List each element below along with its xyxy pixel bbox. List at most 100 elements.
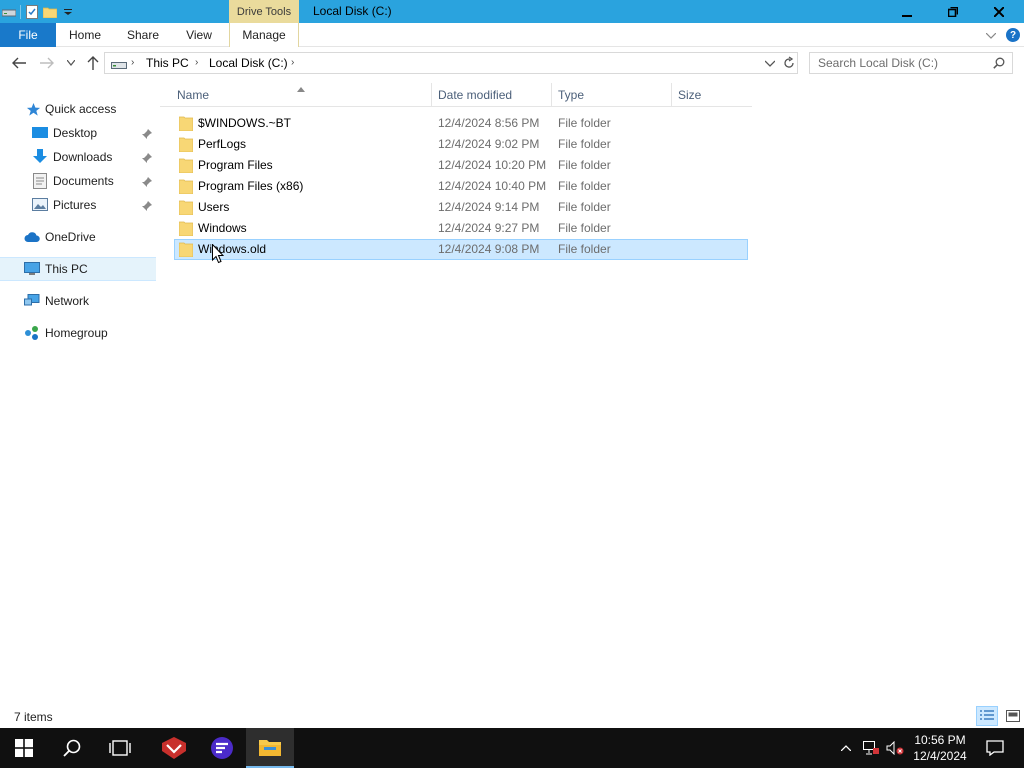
recent-locations-icon[interactable]	[62, 54, 80, 72]
file-explorer-icon	[259, 740, 281, 756]
nav-item-label: Desktop	[53, 126, 98, 140]
close-button[interactable]	[976, 0, 1022, 23]
nav-item-pictures[interactable]: Pictures	[0, 193, 156, 217]
drive-icon[interactable]	[2, 5, 16, 19]
drive-icon	[111, 58, 127, 72]
nav-item-quick-access[interactable]: Quick access	[0, 97, 156, 121]
taskbar-file-explorer[interactable]	[246, 728, 294, 768]
system-clock[interactable]: 10:56 PM 12/4/2024	[908, 732, 972, 764]
start-button[interactable]	[0, 728, 48, 768]
details-view-icon[interactable]	[976, 706, 998, 726]
taskbar-app-purple[interactable]	[198, 728, 246, 768]
folder-icon	[178, 158, 194, 176]
app-shield-icon	[162, 737, 186, 759]
table-row[interactable]: Program Files 12/4/2024 10:20 PM File fo…	[174, 155, 748, 176]
file-type: File folder	[558, 158, 611, 172]
network-icon	[24, 293, 40, 309]
expand-ribbon-icon[interactable]	[985, 28, 997, 42]
file-date: 12/4/2024 10:40 PM	[438, 179, 547, 193]
tab-manage[interactable]: Manage	[229, 23, 299, 47]
tab-home[interactable]: Home	[58, 23, 112, 47]
search-button[interactable]	[48, 728, 96, 768]
restore-button[interactable]	[930, 0, 976, 23]
minimize-button[interactable]	[884, 0, 930, 23]
search-icon[interactable]	[993, 57, 1005, 72]
file-name: Users	[198, 200, 230, 214]
forward-icon[interactable]	[38, 54, 56, 72]
refresh-icon[interactable]	[783, 56, 795, 73]
back-icon[interactable]	[10, 54, 28, 72]
nav-item-onedrive[interactable]: OneDrive	[0, 225, 156, 249]
search-box[interactable]	[809, 52, 1013, 74]
folder-icon	[178, 200, 194, 218]
tab-file[interactable]: File	[0, 23, 56, 47]
pictures-icon	[32, 197, 48, 213]
search-input[interactable]	[818, 55, 986, 71]
column-header-size[interactable]: Size	[672, 83, 752, 107]
customize-toolbar-icon[interactable]	[61, 5, 75, 19]
desktop-icon	[32, 125, 48, 141]
table-row[interactable]: Users 12/4/2024 9:14 PM File folder	[174, 197, 748, 218]
file-type: File folder	[558, 137, 611, 151]
network-status-icon[interactable]	[860, 728, 882, 768]
tab-view[interactable]: View	[174, 23, 224, 47]
folder-icon	[178, 221, 194, 239]
nav-item-documents[interactable]: Documents	[0, 169, 156, 193]
action-center-button[interactable]	[980, 728, 1010, 768]
up-icon[interactable]	[84, 54, 102, 72]
properties-icon[interactable]	[25, 4, 39, 19]
folder-icon	[178, 179, 194, 197]
windows-logo-icon	[15, 739, 33, 757]
star-icon	[25, 101, 41, 117]
column-header-date-modified[interactable]: Date modified	[432, 83, 552, 107]
pin-icon[interactable]	[142, 200, 152, 214]
help-icon[interactable]: ?	[1006, 28, 1020, 42]
nav-item-desktop[interactable]: Desktop	[0, 121, 156, 145]
pin-icon[interactable]	[142, 152, 152, 166]
download-icon	[32, 149, 48, 165]
address-dropdown-icon[interactable]	[764, 56, 776, 73]
file-name: PerfLogs	[198, 137, 247, 151]
table-row[interactable]: Program Files (x86) 12/4/2024 10:40 PM F…	[174, 176, 748, 197]
clock-time: 10:56 PM	[914, 733, 966, 747]
nav-item-network[interactable]: Network	[0, 289, 156, 313]
address-bar[interactable]: › This PC › Local Disk (C:) ›	[104, 52, 798, 74]
homegroup-icon	[24, 325, 40, 341]
new-folder-icon[interactable]	[43, 5, 57, 19]
task-view-icon	[109, 740, 131, 756]
nav-item-label: This PC	[45, 262, 88, 276]
tab-share[interactable]: Share	[116, 23, 170, 47]
show-hidden-icons-button[interactable]	[836, 728, 856, 768]
nav-item-this-pc[interactable]: This PC	[0, 257, 156, 281]
breadcrumb-local-disk[interactable]: Local Disk (C:)	[209, 53, 288, 73]
table-row[interactable]: Windows 12/4/2024 9:27 PM File folder	[174, 218, 748, 239]
volume-muted-icon[interactable]	[884, 728, 906, 768]
nav-item-label: Homegroup	[45, 326, 108, 340]
breadcrumb-separator-icon[interactable]: ›	[195, 53, 198, 73]
file-date: 12/4/2024 9:14 PM	[438, 200, 540, 214]
pin-icon[interactable]	[142, 176, 152, 190]
breadcrumb-separator-icon[interactable]: ›	[291, 53, 294, 73]
nav-item-downloads[interactable]: Downloads	[0, 145, 156, 169]
drive-tools-group-label: Drive Tools	[229, 0, 299, 23]
nav-item-homegroup[interactable]: Homegroup	[0, 321, 156, 345]
table-row[interactable]: Windows.old 12/4/2024 9:08 PM File folde…	[174, 239, 748, 260]
nav-item-label: Pictures	[53, 198, 97, 212]
breadcrumb-separator-icon[interactable]: ›	[131, 53, 134, 73]
table-row[interactable]: $WINDOWS.~BT 12/4/2024 8:56 PM File fold…	[174, 113, 748, 134]
clock-date: 12/4/2024	[913, 749, 967, 763]
column-header-name[interactable]: Name	[171, 83, 432, 107]
taskbar-app-red[interactable]	[150, 728, 198, 768]
column-header-row: Name Date modified Type Size	[160, 83, 752, 107]
file-type: File folder	[558, 221, 611, 235]
pin-icon[interactable]	[142, 128, 152, 142]
column-header-type[interactable]: Type	[552, 83, 672, 107]
file-name: Program Files	[198, 158, 273, 172]
ribbon: File Home Share View Manage ?	[0, 23, 1024, 47]
large-icons-view-icon[interactable]	[1002, 706, 1024, 726]
breadcrumb-this-pc[interactable]: This PC	[146, 53, 189, 73]
task-view-button[interactable]	[96, 728, 144, 768]
table-row[interactable]: PerfLogs 12/4/2024 9:02 PM File folder	[174, 134, 748, 155]
file-type: File folder	[558, 200, 611, 214]
file-date: 12/4/2024 8:56 PM	[438, 116, 540, 130]
